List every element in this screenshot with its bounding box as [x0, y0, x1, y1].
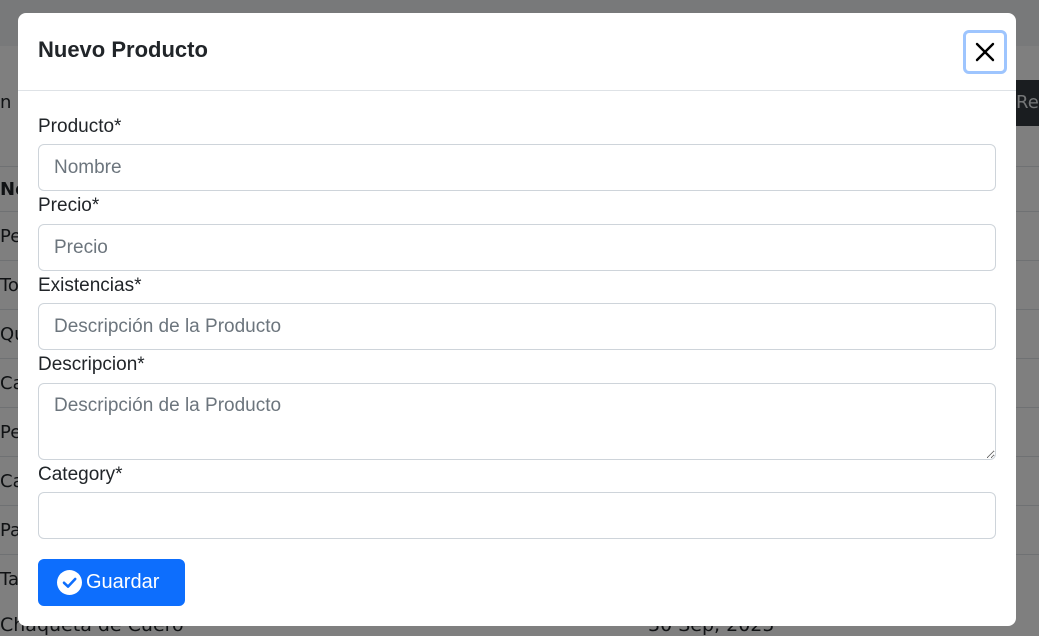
modal-title: Nuevo Producto	[38, 37, 208, 62]
description-textarea[interactable]	[38, 383, 996, 460]
price-input[interactable]	[38, 224, 996, 271]
price-label: Precio*	[38, 195, 100, 216]
stock-label: Existencias*	[38, 275, 142, 296]
save-button-label: Guardar	[86, 571, 160, 593]
product-name-label: Producto*	[38, 116, 122, 137]
new-product-modal: Nuevo Producto Producto* Precio* Existen…	[18, 13, 1016, 626]
check-circle-icon	[57, 570, 82, 595]
stock-input[interactable]	[38, 303, 996, 350]
category-label: Category*	[38, 464, 123, 485]
category-input[interactable]	[38, 492, 996, 539]
modal-header: Nuevo Producto	[18, 13, 1016, 91]
description-label: Descripcion*	[38, 354, 145, 375]
save-button[interactable]: Guardar	[38, 559, 185, 606]
close-icon	[975, 42, 995, 62]
product-name-input[interactable]	[38, 144, 996, 191]
close-button[interactable]	[963, 30, 1007, 74]
